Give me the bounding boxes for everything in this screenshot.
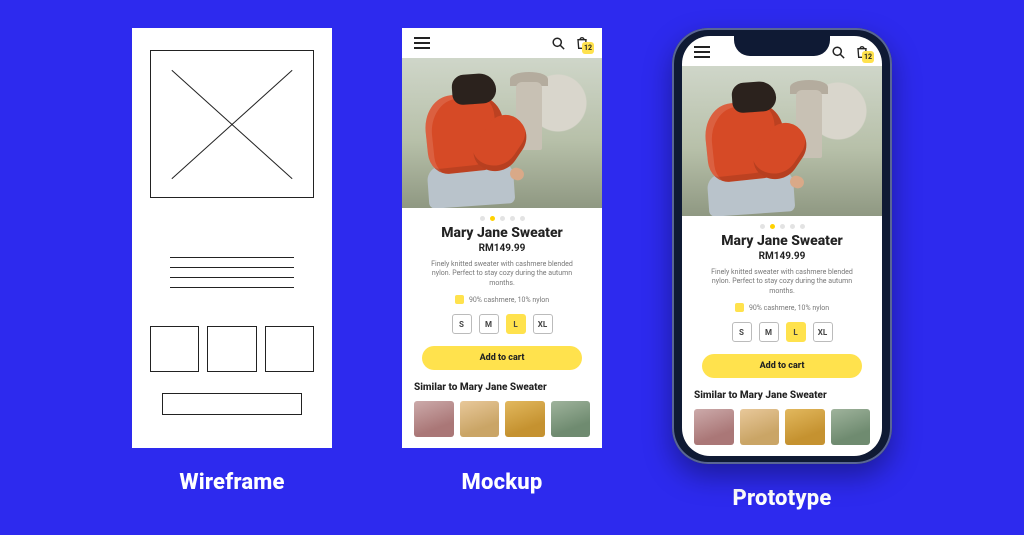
- add-to-cart-button[interactable]: Add to cart: [422, 346, 582, 370]
- similar-thumbnails[interactable]: [402, 393, 602, 437]
- similar-thumb[interactable]: [414, 401, 454, 437]
- cart-icon[interactable]: 12: [574, 35, 590, 51]
- add-to-cart-button[interactable]: Add to cart: [702, 354, 862, 378]
- material-row: 90% cashmere, 10% nylon: [682, 303, 882, 312]
- size-option-l[interactable]: L: [786, 322, 806, 342]
- material-text: 90% cashmere, 10% nylon: [469, 296, 549, 304]
- material-row: 90% cashmere, 10% nylon: [402, 295, 602, 304]
- menu-icon[interactable]: [414, 37, 430, 49]
- material-text: 90% cashmere, 10% nylon: [749, 304, 829, 312]
- similar-heading: Similar to Mary Jane Sweater: [694, 390, 870, 401]
- size-option-m[interactable]: M: [759, 322, 779, 342]
- size-option-s[interactable]: S: [732, 322, 752, 342]
- size-picker[interactable]: S M L XL: [402, 314, 602, 334]
- menu-icon[interactable]: [694, 46, 710, 58]
- product-hero-image: [402, 58, 602, 208]
- similar-thumb[interactable]: [740, 409, 780, 445]
- similar-heading: Similar to Mary Jane Sweater: [414, 382, 590, 393]
- cart-badge: 12: [582, 42, 594, 54]
- wireframe-option-boxes: [150, 326, 314, 372]
- size-option-m[interactable]: M: [479, 314, 499, 334]
- size-option-l[interactable]: L: [506, 314, 526, 334]
- product-price: RM149.99: [682, 251, 882, 262]
- product-title: Mary Jane Sweater: [402, 225, 602, 241]
- prototype-phone: 12: [672, 28, 892, 464]
- wireframe-text-lines: [170, 248, 294, 297]
- product-description: Finely knitted sweater with cashmere ble…: [402, 254, 602, 288]
- similar-thumb[interactable]: [460, 401, 500, 437]
- product-description: Finely knitted sweater with cashmere ble…: [682, 262, 882, 296]
- similar-thumb[interactable]: [785, 409, 825, 445]
- search-icon[interactable]: [831, 45, 846, 60]
- wireframe-panel: [132, 28, 332, 448]
- material-icon: [455, 295, 464, 304]
- size-option-xl[interactable]: XL: [533, 314, 553, 334]
- size-option-s[interactable]: S: [452, 314, 472, 334]
- caption-mockup: Mockup: [462, 470, 543, 495]
- wireframe-cta-placeholder: [162, 393, 302, 415]
- similar-thumb[interactable]: [694, 409, 734, 445]
- cart-badge: 12: [862, 51, 874, 63]
- carousel-dots[interactable]: [402, 208, 602, 225]
- material-icon: [735, 303, 744, 312]
- product-hero-image[interactable]: [682, 66, 882, 216]
- similar-thumb[interactable]: [831, 409, 871, 445]
- similar-thumbnails[interactable]: [682, 401, 882, 445]
- product-title: Mary Jane Sweater: [682, 233, 882, 249]
- wireframe-image-placeholder: [150, 50, 314, 198]
- mockup-screen: 12 Mary Jane Sweater: [402, 28, 602, 448]
- cart-icon[interactable]: 12: [854, 44, 870, 60]
- product-price: RM149.99: [402, 243, 602, 254]
- phone-notch: [734, 34, 830, 56]
- carousel-dots[interactable]: [682, 216, 882, 233]
- caption-wireframe: Wireframe: [179, 470, 284, 495]
- prototype-screen[interactable]: 12: [682, 36, 882, 456]
- caption-prototype: Prototype: [733, 486, 832, 511]
- search-icon[interactable]: [551, 36, 566, 51]
- size-option-xl[interactable]: XL: [813, 322, 833, 342]
- size-picker[interactable]: S M L XL: [682, 322, 882, 342]
- similar-thumb[interactable]: [551, 401, 591, 437]
- similar-thumb[interactable]: [505, 401, 545, 437]
